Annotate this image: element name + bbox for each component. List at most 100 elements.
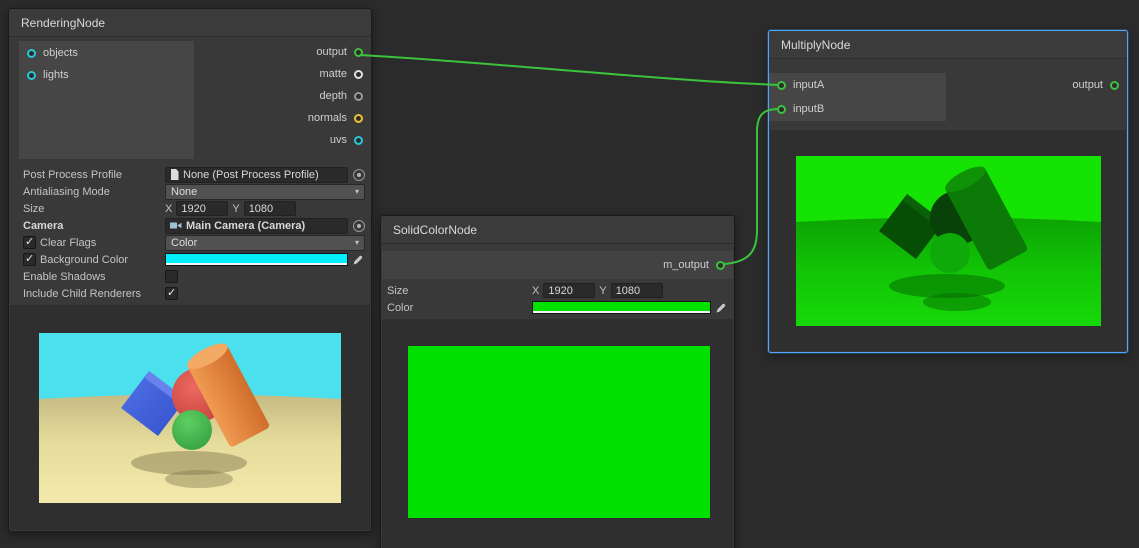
- multiply-node-title[interactable]: MultiplyNode: [769, 31, 1127, 59]
- port-label: output: [316, 46, 347, 58]
- node-graph-canvas[interactable]: RenderingNode objects lights output m: [0, 0, 1139, 548]
- port-dot-normals-icon[interactable]: [354, 114, 363, 123]
- dropdown-value: None: [171, 186, 197, 198]
- multiply-node-inputs-panel: inputA inputB: [769, 73, 946, 121]
- output-port-matte[interactable]: matte: [201, 63, 371, 85]
- input-port-lights[interactable]: lights: [19, 64, 194, 86]
- antialiasing-mode-dropdown[interactable]: None ▾: [165, 184, 365, 200]
- property-row-camera: Camera Main Camera (Camera): [23, 217, 365, 234]
- object-picker-icon[interactable]: [353, 169, 365, 181]
- property-row-size: Size X Y: [387, 282, 728, 299]
- axis-label-x: X: [532, 285, 539, 297]
- port-label: depth: [319, 90, 347, 102]
- port-label: matte: [319, 68, 347, 80]
- rendering-node-ports: objects lights output matte depth: [9, 37, 371, 163]
- object-picker-icon[interactable]: [353, 220, 365, 232]
- port-dot-uvs-icon[interactable]: [354, 136, 363, 145]
- port-label: m_output: [663, 259, 709, 271]
- chevron-down-icon: ▾: [355, 238, 359, 247]
- wire-rendering-output-to-multiply-inputA[interactable]: [360, 55, 779, 85]
- port-dot-matte-icon[interactable]: [354, 70, 363, 79]
- solid-color-preview-image: [408, 346, 710, 518]
- solid-color-node[interactable]: SolidColorNode m_output Size X Y Color: [380, 215, 735, 548]
- property-row-color: Color: [387, 299, 728, 316]
- output-port-normals[interactable]: normals: [201, 107, 371, 129]
- post-process-profile-field[interactable]: None (Post Process Profile): [165, 167, 348, 183]
- property-label: Include Child Renderers: [23, 288, 161, 300]
- property-label: Color: [387, 302, 528, 314]
- size-x-input[interactable]: [176, 201, 228, 216]
- multiply-node-ports: inputA inputB output: [769, 59, 1127, 121]
- rendering-node-inputs-panel: objects lights: [19, 41, 194, 159]
- property-label: Size: [387, 285, 528, 297]
- port-dot-output-icon[interactable]: [1110, 81, 1119, 90]
- rendering-node-outputs: output matte depth normals uvs: [201, 41, 371, 151]
- rendering-node-preview-pane: [10, 305, 370, 530]
- solid-color-node-title[interactable]: SolidColorNode: [381, 216, 734, 244]
- property-row-antialiasing-mode: Antialiasing Mode None ▾: [23, 183, 365, 200]
- port-label: normals: [308, 112, 347, 124]
- rendering-node-title[interactable]: RenderingNode: [9, 9, 371, 37]
- port-dot-objects-icon[interactable]: [27, 49, 36, 58]
- multiply-preview-image: [796, 156, 1101, 326]
- solid-color-node-inspector: Size X Y Color: [387, 282, 728, 316]
- camera-field[interactable]: Main Camera (Camera): [165, 218, 348, 234]
- multiply-node[interactable]: MultiplyNode inputA inputB output: [768, 30, 1128, 353]
- property-label: Antialiasing Mode: [23, 186, 161, 198]
- property-label: Clear Flags: [40, 237, 161, 249]
- output-port-output[interactable]: output: [201, 41, 371, 63]
- port-label: inputA: [793, 79, 824, 91]
- property-label: Enable Shadows: [23, 271, 161, 283]
- clear-flags-checkbox[interactable]: [23, 236, 36, 249]
- output-port-depth[interactable]: depth: [201, 85, 371, 107]
- color-swatch[interactable]: [532, 301, 711, 314]
- document-icon: [170, 169, 179, 180]
- enable-shadows-checkbox[interactable]: [165, 270, 178, 283]
- property-row-clear-flags: Clear Flags Color ▾: [23, 234, 365, 251]
- chevron-down-icon: ▾: [355, 187, 359, 196]
- rendering-node-inspector: Post Process Profile None (Post Process …: [9, 163, 371, 302]
- port-label: lights: [43, 69, 69, 81]
- output-port-uvs[interactable]: uvs: [201, 129, 371, 151]
- port-dot-depth-icon[interactable]: [354, 92, 363, 101]
- clear-flags-dropdown[interactable]: Color ▾: [165, 235, 365, 251]
- output-port-m-output[interactable]: m_output: [382, 251, 733, 279]
- size-x-input[interactable]: [543, 283, 595, 298]
- input-port-inputA[interactable]: inputA: [769, 73, 946, 97]
- object-field-value: None (Post Process Profile): [183, 169, 319, 181]
- property-row-size: Size X Y: [23, 200, 365, 217]
- dropdown-value: Color: [171, 237, 197, 249]
- port-label: objects: [43, 47, 78, 59]
- object-field-value: Main Camera (Camera): [186, 220, 305, 232]
- property-row-background-color: Background Color: [23, 251, 365, 268]
- property-row-enable-shadows: Enable Shadows: [23, 268, 365, 285]
- input-port-objects[interactable]: objects: [19, 42, 194, 64]
- property-row-post-process-profile: Post Process Profile None (Post Process …: [23, 166, 365, 183]
- port-label: uvs: [330, 134, 347, 146]
- output-port-output[interactable]: output: [967, 73, 1127, 97]
- rendering-node[interactable]: RenderingNode objects lights output m: [8, 8, 372, 532]
- property-label: Camera: [23, 220, 161, 232]
- include-child-renderers-checkbox[interactable]: [165, 287, 178, 300]
- port-dot-lights-icon[interactable]: [27, 71, 36, 80]
- size-y-input[interactable]: [244, 201, 296, 216]
- eyedropper-icon[interactable]: [352, 253, 365, 266]
- port-dot-m-output-icon[interactable]: [716, 261, 725, 270]
- property-label: Size: [23, 203, 161, 215]
- background-color-swatch[interactable]: [165, 253, 348, 266]
- axis-label-y: Y: [599, 285, 606, 297]
- camera-icon: [170, 221, 182, 230]
- port-label: inputB: [793, 103, 824, 115]
- axis-label-y: Y: [232, 203, 239, 215]
- port-label: output: [1072, 79, 1103, 91]
- property-label: Background Color: [40, 254, 161, 266]
- rendering-preview-image: [39, 333, 341, 503]
- size-y-input[interactable]: [611, 283, 663, 298]
- background-color-checkbox[interactable]: [23, 253, 36, 266]
- eyedropper-icon[interactable]: [715, 301, 728, 314]
- solid-color-preview-pane: [382, 319, 733, 548]
- multiply-node-preview-pane: [770, 130, 1126, 351]
- property-label: Post Process Profile: [23, 169, 161, 181]
- input-port-inputB[interactable]: inputB: [769, 97, 946, 121]
- multiply-node-outputs: output: [967, 73, 1127, 97]
